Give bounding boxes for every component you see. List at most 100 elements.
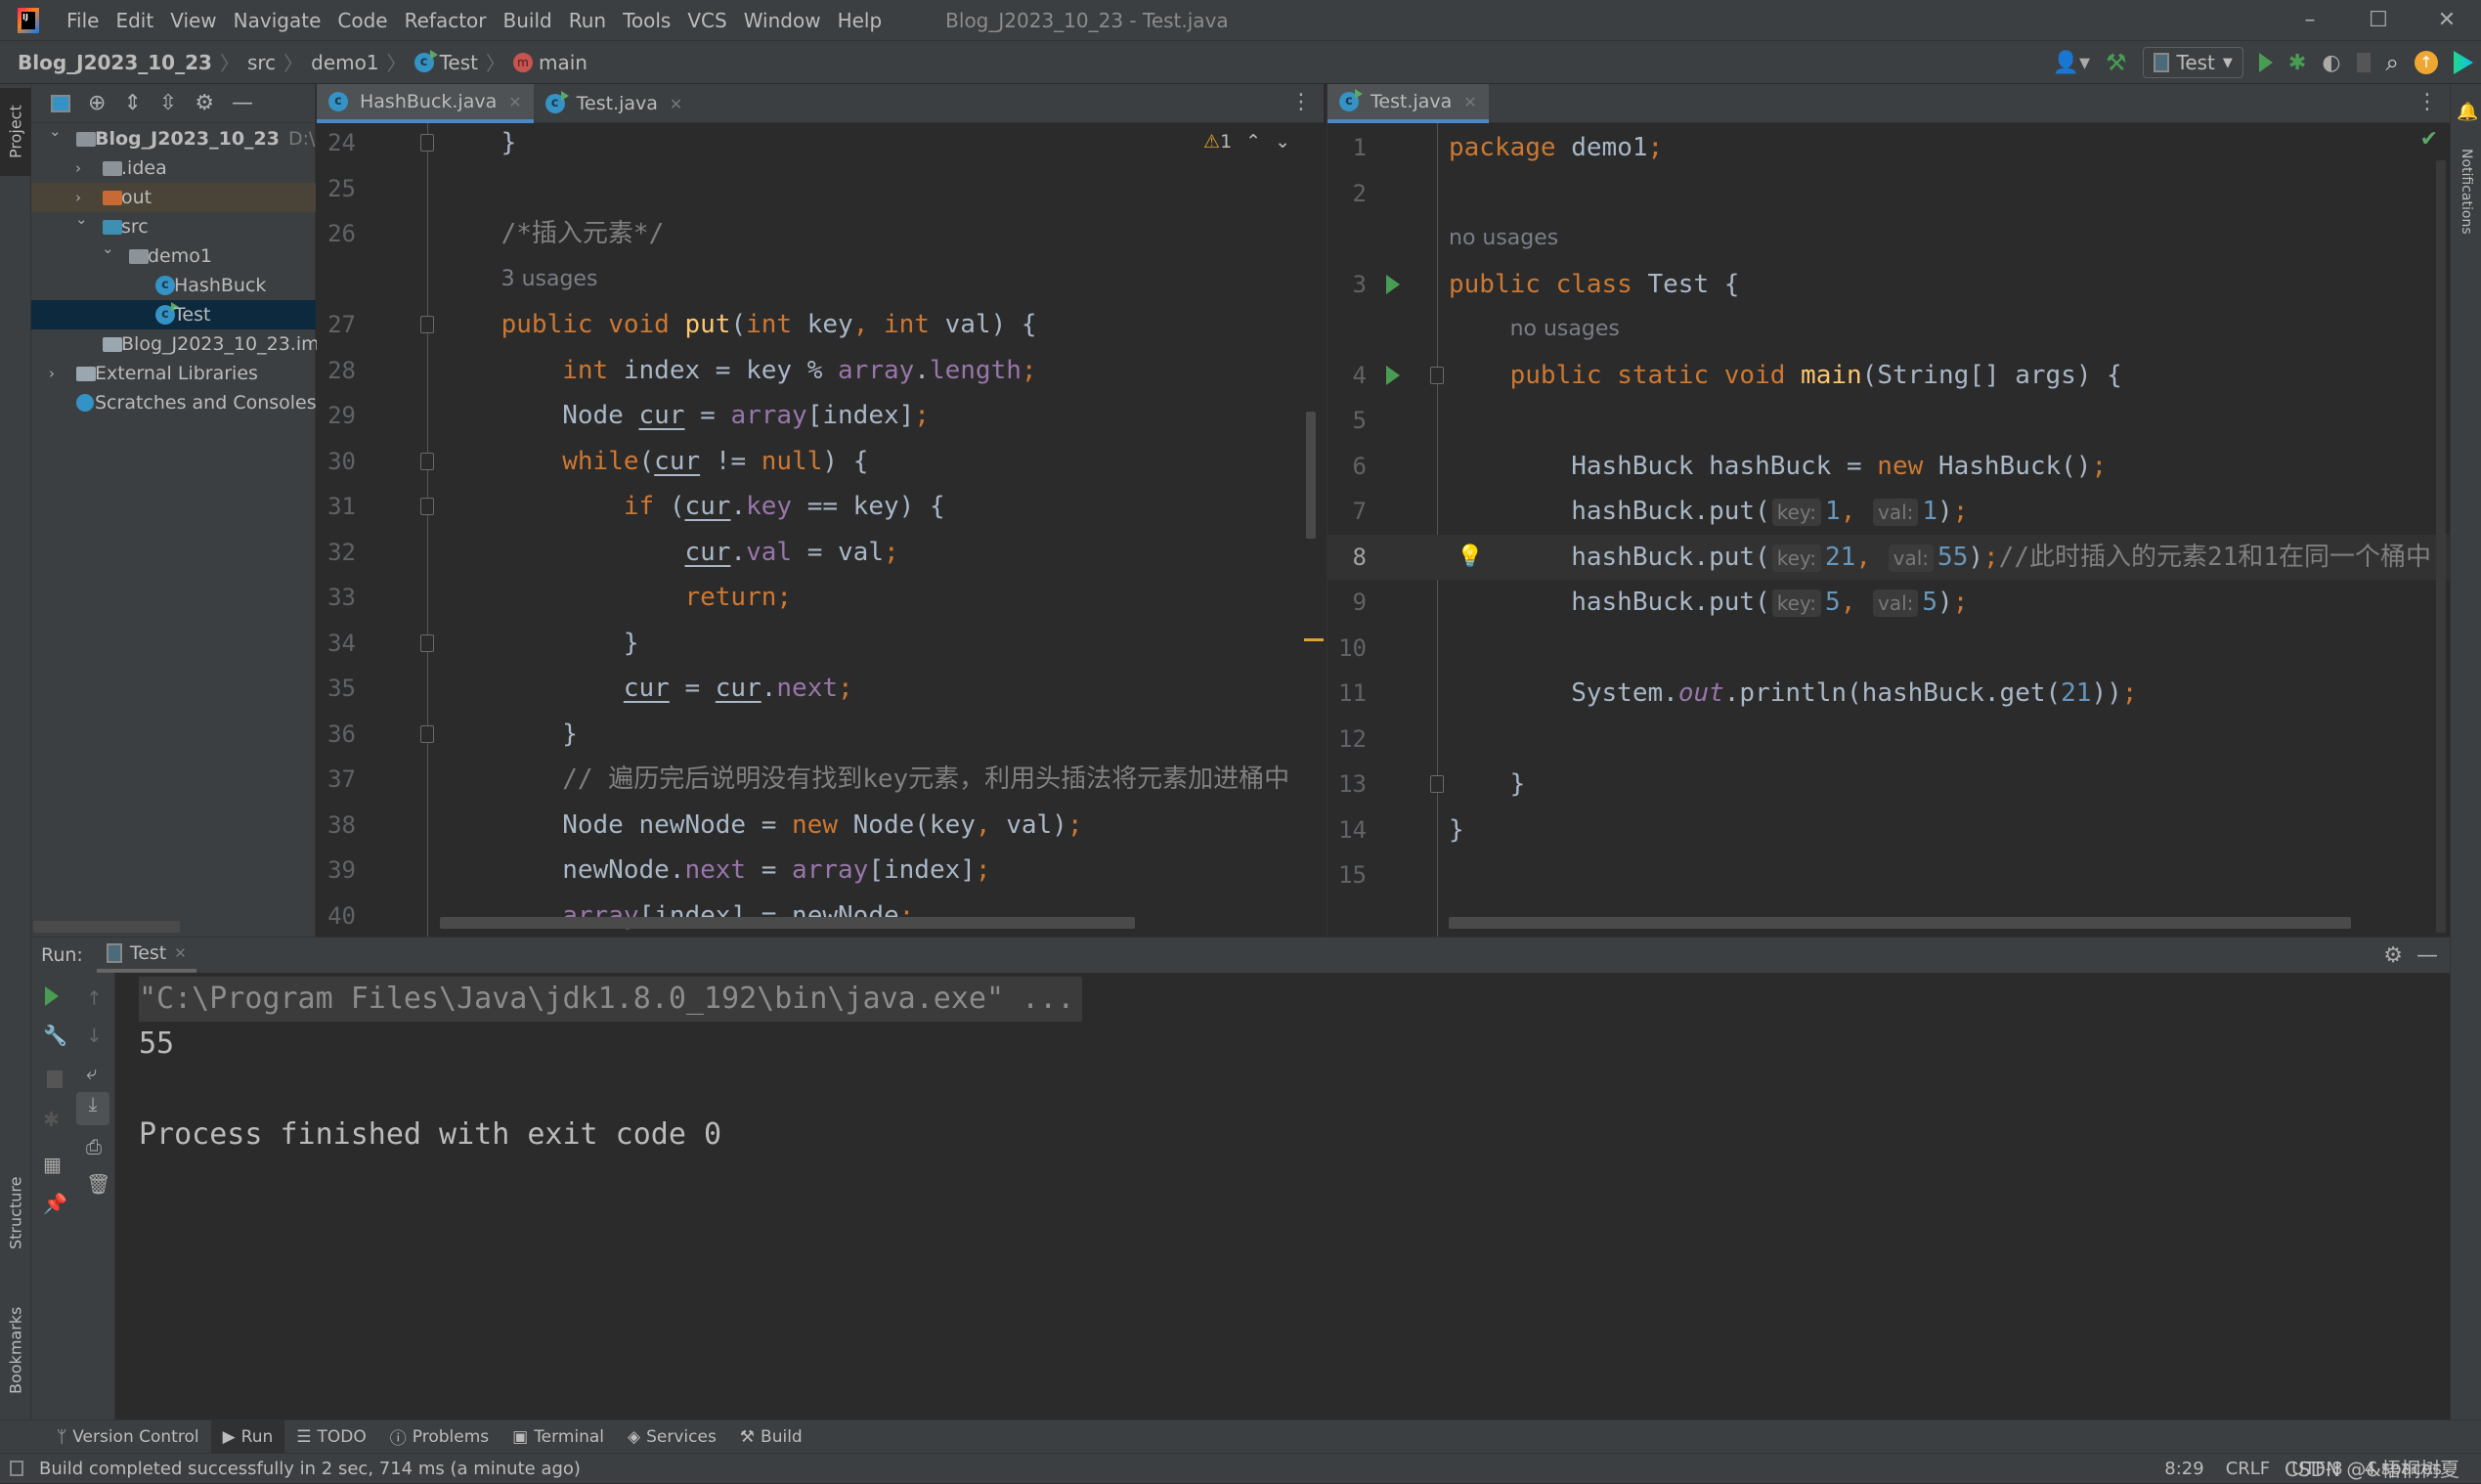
line-number[interactable]: 28 bbox=[317, 348, 356, 394]
more-tabs-icon[interactable]: ⋮ bbox=[1290, 90, 1312, 114]
chevron-down-icon[interactable]: ⌄ bbox=[49, 122, 62, 140]
menu-code[interactable]: Code bbox=[337, 9, 387, 32]
tab-hashbuck-java[interactable]: c HashBuck.java ✕ bbox=[317, 84, 534, 123]
code-area[interactable]: 24 } 25 26 /*插入元素*/3 usages 27 public void … bbox=[317, 123, 1324, 937]
tree-item[interactable]: ⌄ demo1 bbox=[31, 240, 316, 271]
run-gutter-icon[interactable] bbox=[1386, 274, 1400, 294]
run-gutter-icon[interactable] bbox=[1386, 365, 1400, 385]
locate-icon[interactable]: ⊕ bbox=[88, 91, 106, 115]
line-number[interactable]: 24 bbox=[317, 123, 356, 166]
editor-vscrollbar[interactable] bbox=[2436, 160, 2446, 933]
gear-icon[interactable]: ⚙ bbox=[195, 91, 214, 115]
tree-item[interactable]: › External Libraries bbox=[31, 359, 316, 388]
line-number[interactable]: 9 bbox=[1328, 580, 1367, 626]
line-number[interactable]: 31 bbox=[317, 484, 356, 530]
caret-position[interactable]: 8:29 bbox=[2164, 1459, 2203, 1479]
line-number[interactable]: 25 bbox=[317, 166, 356, 212]
menu-refactor[interactable]: Refactor bbox=[405, 9, 487, 32]
tree-item[interactable]: ⌄ src bbox=[31, 210, 316, 241]
chevron-right-icon[interactable]: › bbox=[75, 189, 81, 206]
usages-hint[interactable]: no usages bbox=[1449, 216, 1558, 262]
tree-item[interactable]: ⌄Blog_J2023_10_23D:\Pro bbox=[31, 122, 345, 153]
close-tab-icon[interactable]: ✕ bbox=[508, 93, 521, 111]
line-number[interactable]: 8 bbox=[1328, 535, 1367, 581]
line-number[interactable]: 26 bbox=[317, 211, 356, 257]
line-number[interactable]: 35 bbox=[317, 666, 356, 712]
line-number[interactable]: 10 bbox=[1328, 626, 1367, 672]
line-number[interactable]: 38 bbox=[317, 803, 356, 849]
fold-marker-icon[interactable] bbox=[420, 316, 434, 333]
line-number[interactable]: 12 bbox=[1328, 717, 1367, 763]
run-tab-test[interactable]: Test ✕ bbox=[96, 938, 196, 973]
update-icon[interactable]: ↑ bbox=[2415, 51, 2438, 74]
fold-marker-icon[interactable] bbox=[1430, 366, 1444, 384]
coverage-icon[interactable]: ◐ bbox=[2322, 51, 2340, 75]
menu-build[interactable]: Build bbox=[503, 9, 552, 32]
line-number[interactable]: 5 bbox=[1328, 398, 1367, 444]
build-hammer-icon[interactable]: ⚒ bbox=[2106, 49, 2127, 76]
line-number[interactable]: 4 bbox=[1328, 353, 1367, 399]
notifications-bell-icon[interactable]: 🔔 bbox=[2457, 102, 2478, 122]
menu-file[interactable]: File bbox=[66, 9, 99, 32]
project-hscrollbar[interactable] bbox=[33, 921, 180, 933]
line-number[interactable]: 37 bbox=[317, 757, 356, 803]
close-tab-icon[interactable]: ✕ bbox=[670, 95, 682, 113]
inspection-widget[interactable]: ⚠1 ⌃ ⌄ bbox=[1203, 131, 1290, 153]
debug-icon[interactable]: ✱ bbox=[43, 1108, 60, 1131]
soft-wrap-icon[interactable]: ⤶ bbox=[86, 1061, 97, 1084]
notifications-tool-tab[interactable]: Notifications bbox=[2451, 123, 2481, 260]
tree-item[interactable]: c Test bbox=[31, 300, 316, 329]
print-icon[interactable]: ⎙ bbox=[86, 1135, 102, 1158]
run-configuration-select[interactable]: Test ▼ bbox=[2142, 47, 2243, 78]
layout-icon[interactable]: ▦ bbox=[43, 1153, 62, 1176]
breadcrumb-demo1[interactable]: demo1 bbox=[311, 51, 378, 74]
search-icon[interactable]: ⌕ bbox=[2386, 49, 2399, 76]
line-number[interactable]: 1 bbox=[1328, 125, 1367, 171]
tree-item[interactable]: › out bbox=[31, 183, 316, 212]
tree-item[interactable]: Scratches and Consoles bbox=[31, 388, 317, 417]
status-message[interactable]: Build completed successfully in 2 sec, 7… bbox=[39, 1459, 581, 1479]
structure-tool-tab[interactable]: Structure bbox=[0, 1150, 31, 1277]
hide-icon[interactable]: — bbox=[232, 91, 253, 115]
fold-marker-icon[interactable] bbox=[420, 724, 434, 743]
tool-tab-terminal[interactable]: ▣ Terminal bbox=[501, 1420, 616, 1454]
breadcrumb-test[interactable]: Test bbox=[440, 51, 478, 74]
tool-tab-todo[interactable]: ☰ TODO bbox=[284, 1420, 378, 1454]
warning-stripe-mark[interactable] bbox=[1304, 638, 1324, 641]
menu-vcs[interactable]: VCS bbox=[687, 9, 726, 32]
project-tool-tab[interactable]: Project bbox=[0, 88, 31, 176]
breadcrumb-main[interactable]: main bbox=[539, 51, 588, 74]
fold-marker-icon[interactable] bbox=[1430, 775, 1444, 793]
fold-marker-icon[interactable] bbox=[420, 452, 434, 470]
line-number[interactable]: 34 bbox=[317, 621, 356, 667]
maximize-button[interactable]: ☐ bbox=[2344, 0, 2413, 41]
line-number[interactable]: 13 bbox=[1328, 762, 1367, 807]
trash-icon[interactable]: 🗑 bbox=[86, 1172, 110, 1196]
tree-item[interactable]: c HashBuck bbox=[31, 271, 316, 300]
scroll-up-icon[interactable]: ↑ bbox=[86, 986, 103, 1010]
debug-icon[interactable]: ✱ bbox=[2288, 51, 2306, 75]
chevron-right-icon[interactable]: › bbox=[49, 365, 55, 382]
chevron-down-icon[interactable]: ⌄ bbox=[102, 240, 114, 257]
menu-tools[interactable]: Tools bbox=[623, 9, 671, 32]
stop-icon[interactable] bbox=[47, 1070, 63, 1088]
editor-hscrollbar[interactable] bbox=[1449, 917, 2351, 929]
project-view-icon[interactable] bbox=[51, 94, 70, 112]
user-icon[interactable]: 👤▾ bbox=[2053, 51, 2090, 75]
scroll-to-end-icon[interactable]: ⤓ bbox=[76, 1092, 109, 1125]
line-number[interactable]: 30 bbox=[317, 439, 356, 485]
menu-run[interactable]: Run bbox=[569, 9, 606, 32]
minimize-button[interactable]: – bbox=[2276, 0, 2344, 41]
gear-icon[interactable]: ⚙ bbox=[2383, 943, 2403, 968]
chevron-right-icon[interactable]: › bbox=[75, 159, 81, 177]
bookmarks-tool-tab[interactable]: Bookmarks bbox=[0, 1287, 31, 1414]
expand-all-icon[interactable]: ⇕ bbox=[123, 91, 141, 115]
line-number[interactable]: 15 bbox=[1328, 852, 1367, 898]
wrench-icon[interactable]: 🔧 bbox=[43, 1024, 67, 1047]
line-number[interactable]: 39 bbox=[317, 848, 356, 894]
menu-window[interactable]: Window bbox=[744, 9, 821, 32]
editor-vscrollbar[interactable] bbox=[1306, 412, 1316, 539]
breadcrumb-src[interactable]: src bbox=[247, 51, 276, 74]
menu-edit[interactable]: Edit bbox=[115, 9, 153, 32]
tab-test-java[interactable]: c Test.java ✕ bbox=[534, 84, 695, 123]
